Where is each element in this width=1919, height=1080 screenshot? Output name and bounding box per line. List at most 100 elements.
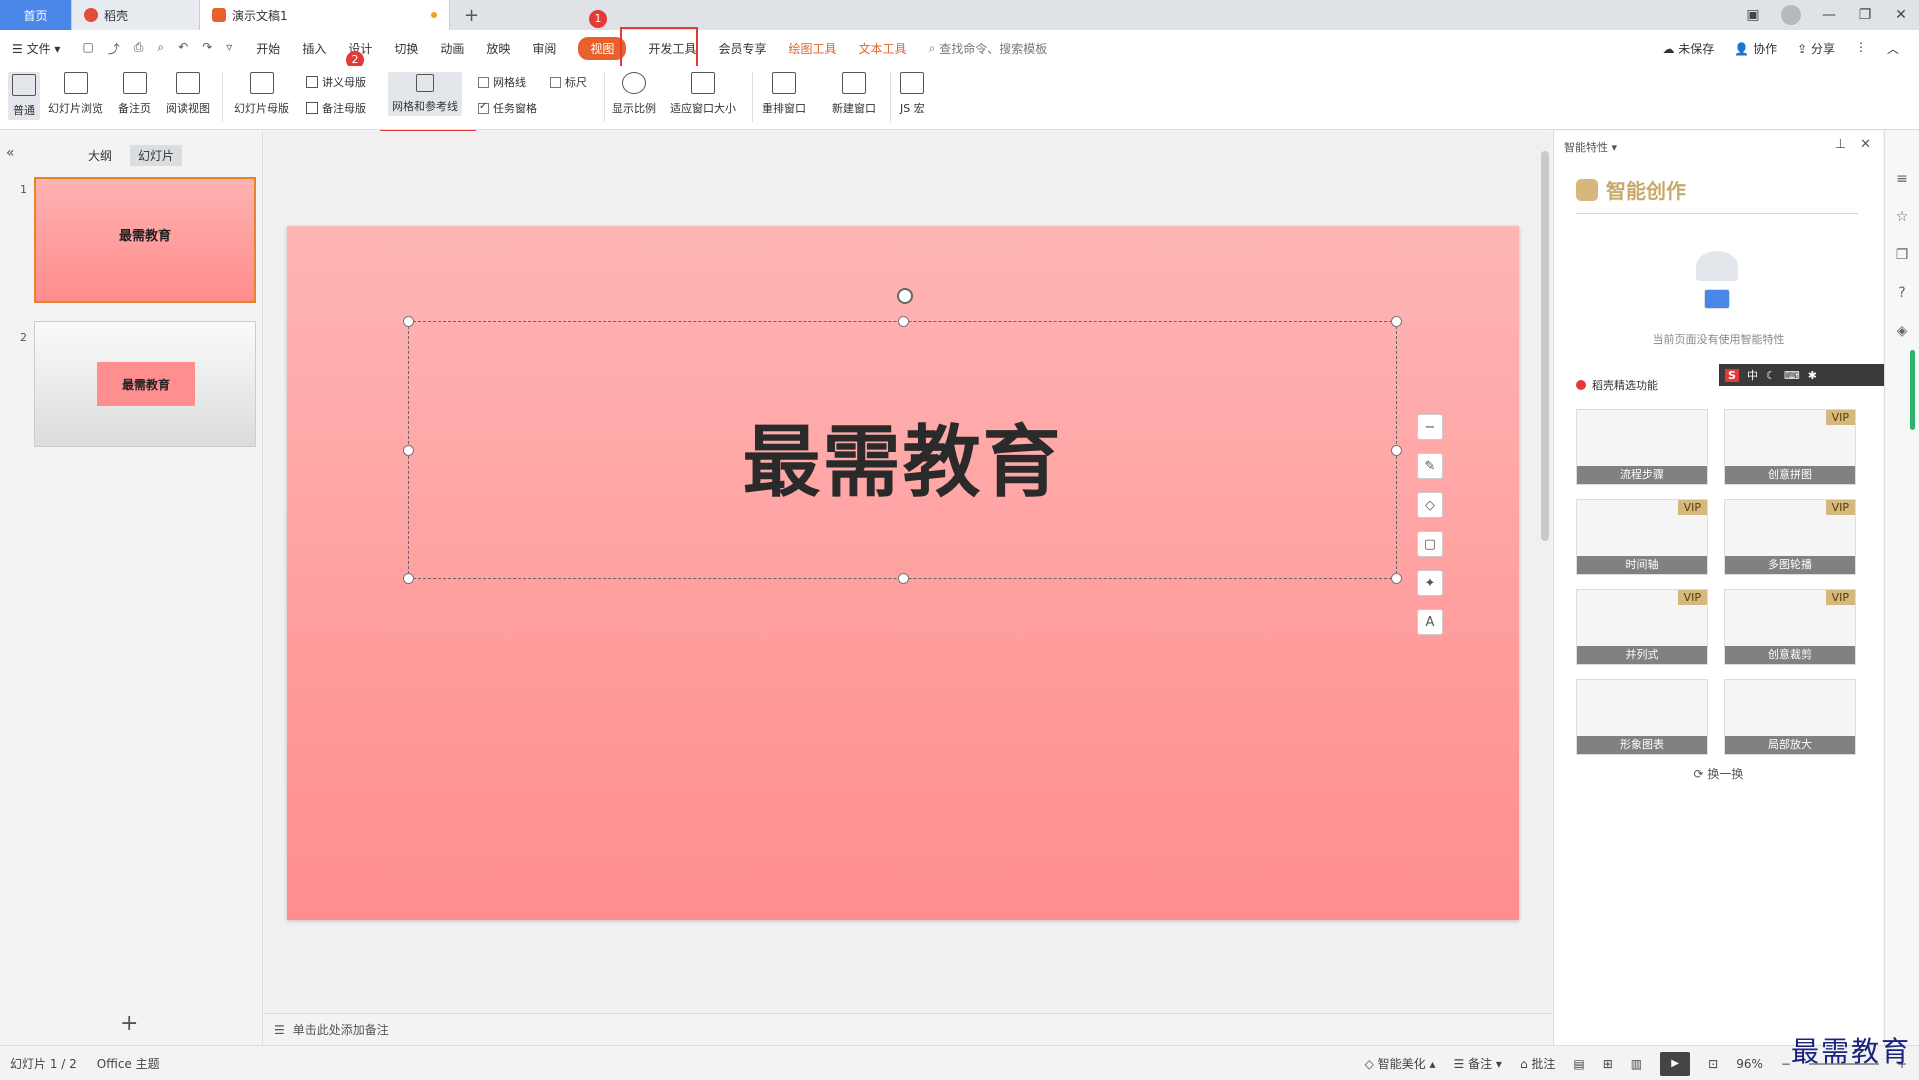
sorter-view-icon[interactable]: ⊞ bbox=[1603, 1057, 1613, 1071]
zoom-button[interactable]: 显示比例 bbox=[612, 72, 656, 116]
task-pane-checkbox[interactable]: 任务窗格 bbox=[478, 100, 537, 116]
gridlines-checkbox[interactable]: 网格线 bbox=[478, 74, 526, 90]
feature-card[interactable]: 流程步骤 bbox=[1576, 409, 1708, 485]
collapse-ribbon-icon[interactable]: ︿ bbox=[1887, 40, 1899, 57]
rearrange-window-button[interactable]: 重排窗口 bbox=[762, 72, 806, 116]
menu-slideshow[interactable]: 放映 bbox=[486, 40, 510, 57]
scrollbar-thumb[interactable] bbox=[1541, 151, 1549, 541]
feature-card[interactable]: VIP 并列式 bbox=[1576, 589, 1708, 665]
cube-icon[interactable]: ◈ bbox=[1897, 323, 1908, 339]
menu-text-tools[interactable]: 文本工具 bbox=[858, 40, 906, 57]
redo-icon[interactable]: ↷ bbox=[202, 40, 212, 57]
tab-outline[interactable]: 大纲 bbox=[80, 145, 120, 166]
restore-button[interactable]: ❐ bbox=[1847, 7, 1883, 23]
layout-icon[interactable]: ▣ bbox=[1735, 7, 1771, 23]
swap-button[interactable]: ⟳ 换一换 bbox=[1554, 765, 1883, 782]
notes-toggle[interactable]: ☰ 备注 ▾ bbox=[1454, 1055, 1502, 1072]
comments-toggle[interactable]: ⌂ 批注 bbox=[1520, 1055, 1555, 1072]
feature-card[interactable]: VIP 创意拼图 bbox=[1724, 409, 1856, 485]
beautify-button[interactable]: ◇ 智能美化 ▴ bbox=[1365, 1055, 1436, 1072]
menu-transition[interactable]: 切换 bbox=[394, 40, 418, 57]
menu-insert[interactable]: 插入 bbox=[302, 40, 326, 57]
resize-handle[interactable] bbox=[898, 573, 909, 584]
tab-document[interactable]: 演示文稿1 bbox=[200, 0, 450, 30]
feature-card[interactable]: 形象图表 bbox=[1576, 679, 1708, 755]
handout-master-button[interactable]: 讲义母版 bbox=[306, 74, 366, 90]
js-macro-button[interactable]: JS 宏 bbox=[900, 72, 925, 116]
command-search[interactable]: ⌕ 查找命令、搜索模板 bbox=[928, 40, 1047, 57]
new-tab-button[interactable]: + bbox=[450, 0, 493, 30]
preview-icon[interactable]: ⌕ bbox=[157, 40, 164, 57]
undo-icon[interactable]: ↶ bbox=[178, 40, 188, 57]
theme-name[interactable]: Office 主题 bbox=[97, 1055, 160, 1072]
resize-handle[interactable] bbox=[403, 316, 414, 327]
slide-master-button[interactable]: 幻灯片母版 bbox=[234, 72, 289, 116]
ruler-checkbox[interactable]: 标尺 bbox=[550, 74, 587, 90]
keyboard-icon[interactable]: ⌨ bbox=[1784, 369, 1800, 382]
slide-browse-button[interactable]: 幻灯片浏览 bbox=[48, 72, 103, 116]
slide-thumbnail-2[interactable]: 最需教育 bbox=[34, 321, 256, 447]
normal-view-icon[interactable]: ▤ bbox=[1573, 1057, 1584, 1071]
fill-icon[interactable]: ◇ bbox=[1417, 492, 1443, 518]
menu-drawing-tools[interactable]: 绘图工具 bbox=[788, 40, 836, 57]
close-button[interactable]: ✕ bbox=[1883, 7, 1919, 23]
resize-handle[interactable] bbox=[1391, 573, 1402, 584]
tab-daoke[interactable]: 稻壳 bbox=[72, 0, 200, 30]
add-slide-button[interactable]: + bbox=[120, 1011, 138, 1036]
reading-view-icon[interactable]: ▥ bbox=[1631, 1057, 1642, 1071]
new-window-button[interactable]: 新建窗口 bbox=[832, 72, 876, 116]
more-options-icon[interactable]: ⋮ bbox=[1855, 40, 1867, 57]
grid-guides-button[interactable]: 网格和参考线 bbox=[388, 72, 462, 116]
resize-handle[interactable] bbox=[403, 573, 414, 584]
resize-handle[interactable] bbox=[1391, 316, 1402, 327]
vertical-scrollbar[interactable] bbox=[1539, 131, 1551, 1013]
print-icon[interactable]: ⎙ bbox=[134, 40, 144, 57]
title-textbox[interactable]: 最需教育 bbox=[403, 288, 1402, 584]
reading-view-button[interactable]: 阅读视图 bbox=[166, 72, 210, 116]
zoom-level[interactable]: 96% bbox=[1736, 1057, 1763, 1071]
play-button[interactable]: ▶ bbox=[1660, 1051, 1691, 1076]
pin-icon[interactable]: ⊥ bbox=[1835, 137, 1846, 152]
close-icon[interactable]: ✕ bbox=[1860, 137, 1871, 152]
feature-card[interactable]: VIP 多图轮播 bbox=[1724, 499, 1856, 575]
tab-slides[interactable]: 幻灯片 bbox=[130, 145, 183, 166]
settings-icon[interactable]: ✱ bbox=[1808, 369, 1817, 382]
sliders-icon[interactable]: ≡ bbox=[1896, 171, 1908, 187]
minimize-button[interactable]: — bbox=[1811, 7, 1847, 23]
slide[interactable]: 最需教育 − ✎ ◇ ▢ ✦ A bbox=[287, 226, 1519, 920]
moon-icon[interactable]: ☾ bbox=[1766, 369, 1776, 382]
notes-page-button[interactable]: 备注页 bbox=[118, 72, 151, 116]
minus-icon[interactable]: − bbox=[1417, 414, 1443, 440]
menu-member[interactable]: 会员专享 bbox=[718, 40, 766, 57]
fit-window-button[interactable]: 适应窗口大小 bbox=[670, 72, 736, 116]
resize-handle[interactable] bbox=[898, 316, 909, 327]
feature-card[interactable]: VIP 创意裁剪 bbox=[1724, 589, 1856, 665]
text-style-icon[interactable]: A bbox=[1417, 609, 1443, 635]
file-menu[interactable]: ☰ 文件 ▾ bbox=[12, 40, 60, 57]
collapse-panel-icon[interactable]: « bbox=[6, 145, 15, 161]
export-icon[interactable]: ⤴ bbox=[108, 40, 120, 57]
panel-header[interactable]: 智能特性 ▾ bbox=[1564, 139, 1617, 155]
slide-title[interactable]: 最需教育 bbox=[409, 400, 1396, 512]
notes-area[interactable]: ☰ 单击此处添加备注 bbox=[264, 1013, 1552, 1045]
zoom-out-icon[interactable]: − bbox=[1781, 1057, 1791, 1071]
copy-icon[interactable]: ❐ bbox=[1896, 247, 1909, 263]
frame-icon[interactable]: ▢ bbox=[1417, 531, 1443, 557]
menu-home[interactable]: 开始 bbox=[256, 40, 280, 57]
notes-master-button[interactable]: 备注母版 bbox=[306, 100, 366, 116]
rotate-handle[interactable] bbox=[897, 288, 913, 304]
feature-card[interactable]: 局部放大 bbox=[1724, 679, 1856, 755]
bulb-icon[interactable]: ✦ bbox=[1417, 570, 1443, 596]
ime-mode[interactable]: 中 bbox=[1747, 367, 1758, 383]
help-icon[interactable]: ? bbox=[1898, 285, 1905, 301]
star-icon[interactable]: ☆ bbox=[1896, 209, 1909, 225]
unsaved-button[interactable]: ☁ 未保存 bbox=[1662, 40, 1714, 57]
share-button[interactable]: ⇪ 分享 bbox=[1797, 40, 1835, 57]
pen-icon[interactable]: ✎ bbox=[1417, 453, 1443, 479]
save-icon[interactable]: ▢ bbox=[82, 40, 93, 57]
fit-icon[interactable]: ⊡ bbox=[1708, 1057, 1718, 1071]
normal-view-button[interactable]: 普通 bbox=[8, 72, 40, 120]
slide-thumbnail-1[interactable]: 最需教育 bbox=[34, 177, 256, 303]
avatar[interactable] bbox=[1781, 5, 1801, 25]
menu-review[interactable]: 审阅 bbox=[532, 40, 556, 57]
